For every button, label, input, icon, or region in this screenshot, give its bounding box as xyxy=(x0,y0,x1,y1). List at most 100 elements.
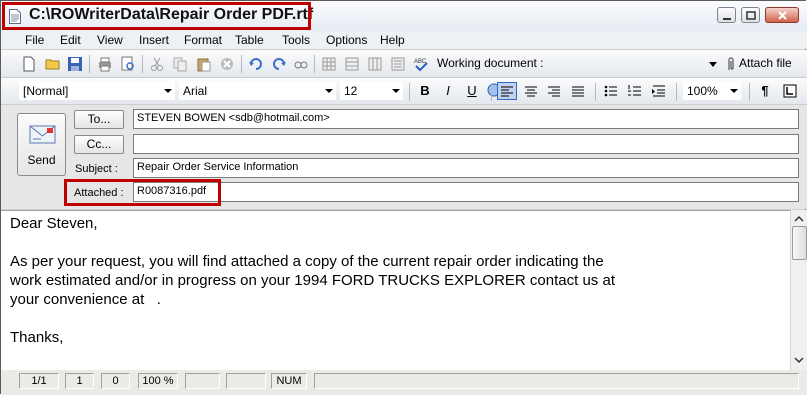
underline-button[interactable]: U xyxy=(462,82,482,100)
status-message xyxy=(314,373,799,389)
italic-button[interactable]: I xyxy=(438,82,458,100)
attached-field[interactable]: R0087316.pdf xyxy=(133,182,799,202)
align-justify-button[interactable] xyxy=(568,82,588,100)
align-left-icon xyxy=(501,86,513,97)
title-bar: C:\ROWriterData\Repair Order PDF.rtf xyxy=(1,1,807,32)
redo-icon[interactable] xyxy=(271,56,287,72)
spellcheck-icon[interactable]: ABC xyxy=(413,56,429,72)
body-line: work estimated and/or in progress on you… xyxy=(10,272,615,289)
status-line: 1 xyxy=(65,373,94,389)
menu-bar: File Edit View Insert Format Table Tools… xyxy=(1,31,807,49)
status-empty-1 xyxy=(185,373,220,389)
message-body[interactable]: Dear Steven, As per your request, you wi… xyxy=(1,210,790,371)
numbered-list-icon xyxy=(628,85,641,96)
send-button[interactable]: Send xyxy=(17,113,66,176)
cc-field[interactable] xyxy=(133,134,799,154)
indent-icon xyxy=(652,85,665,97)
body-line: Thanks, xyxy=(10,329,64,346)
email-window: C:\ROWriterData\Repair Order PDF.rtf Fil… xyxy=(0,0,807,395)
style-select[interactable]: [Normal] xyxy=(19,81,175,100)
to-field[interactable]: STEVEN BOWEN <sdb@hotmail.com> xyxy=(133,109,799,129)
print-icon[interactable] xyxy=(97,56,113,72)
menu-tools[interactable]: Tools xyxy=(282,33,310,47)
menu-insert[interactable]: Insert xyxy=(139,33,169,47)
status-empty-2 xyxy=(226,373,266,389)
body-line: your convenience at . xyxy=(10,291,161,308)
open-folder-icon[interactable] xyxy=(45,56,61,72)
status-column: 0 xyxy=(101,373,130,389)
status-num: NUM xyxy=(271,373,307,389)
status-page: 1/1 xyxy=(19,373,59,389)
indent-button[interactable] xyxy=(649,82,669,100)
ruler-icon xyxy=(783,84,797,98)
delete-icon[interactable] xyxy=(219,56,235,72)
attach-file-button[interactable]: Attach file xyxy=(739,56,792,70)
to-button[interactable]: To... xyxy=(74,110,124,129)
minimize-icon xyxy=(723,18,731,20)
align-right-button[interactable] xyxy=(544,82,564,100)
align-left-button[interactable] xyxy=(497,82,517,100)
scroll-thumb[interactable] xyxy=(792,226,807,260)
close-button[interactable] xyxy=(765,7,799,23)
title-highlight-box xyxy=(2,2,311,30)
restore-icon xyxy=(746,11,756,20)
format-toolbar: [Normal] Arial 12 B I U 100% ¶ xyxy=(1,78,807,105)
menu-view[interactable]: View xyxy=(97,33,123,47)
font-select[interactable]: Arial xyxy=(179,81,336,100)
attached-highlight-box xyxy=(64,179,221,206)
copy-icon[interactable] xyxy=(172,56,188,72)
table-properties-icon[interactable] xyxy=(390,56,406,72)
align-center-icon xyxy=(525,86,537,97)
numbered-list-button[interactable] xyxy=(625,82,645,100)
vertical-scrollbar[interactable] xyxy=(790,210,807,370)
style-select-value: [Normal] xyxy=(23,84,69,98)
paste-icon[interactable] xyxy=(196,56,212,72)
send-envelope-icon xyxy=(29,125,56,144)
justify-icon xyxy=(572,86,584,97)
align-right-icon xyxy=(548,86,560,97)
insert-table-icon[interactable] xyxy=(321,56,337,72)
subject-field[interactable]: Repair Order Service Information xyxy=(133,158,799,178)
zoom-value: 100% xyxy=(687,84,718,98)
status-bar: 1/1 1 0 100 % NUM xyxy=(1,370,807,395)
bullet-list-icon xyxy=(604,85,617,97)
scroll-down-icon[interactable] xyxy=(791,354,807,366)
send-label: Send xyxy=(27,153,56,167)
new-document-icon[interactable] xyxy=(21,56,37,72)
print-preview-icon[interactable] xyxy=(120,56,136,72)
scroll-up-icon[interactable] xyxy=(791,213,807,225)
ruler-toggle-button[interactable] xyxy=(780,82,800,100)
insert-rows-icon[interactable] xyxy=(344,56,360,72)
menu-table[interactable]: Table xyxy=(235,33,264,47)
body-line: Dear Steven, xyxy=(10,215,98,232)
menu-file[interactable]: File xyxy=(25,33,44,47)
cut-icon[interactable] xyxy=(149,56,165,72)
menu-options[interactable]: Options xyxy=(326,33,367,47)
paperclip-icon[interactable] xyxy=(723,56,739,72)
working-document-select[interactable] xyxy=(537,55,717,73)
menu-help[interactable]: Help xyxy=(380,33,405,47)
paragraph-marks-button[interactable]: ¶ xyxy=(755,82,775,100)
body-text[interactable]: Dear Steven, As per your request, you wi… xyxy=(10,214,615,347)
menu-edit[interactable]: Edit xyxy=(60,33,81,47)
font-select-value: Arial xyxy=(183,84,208,98)
align-center-button[interactable] xyxy=(521,82,541,100)
font-size-value: 12 xyxy=(344,84,358,98)
bullet-list-button[interactable] xyxy=(601,82,621,100)
subject-label: Subject : xyxy=(75,163,118,175)
bold-button[interactable]: B xyxy=(415,82,435,100)
minimize-button[interactable] xyxy=(717,7,736,23)
status-zoom: 100 % xyxy=(138,373,178,389)
save-icon[interactable] xyxy=(67,56,83,72)
cc-button[interactable]: Cc... xyxy=(74,135,124,154)
insert-columns-icon[interactable] xyxy=(367,56,383,72)
close-icon xyxy=(778,11,787,20)
zoom-select[interactable]: 100% xyxy=(683,81,741,100)
maximize-button[interactable] xyxy=(741,7,760,23)
find-icon[interactable] xyxy=(293,56,309,72)
font-size-select[interactable]: 12 xyxy=(340,81,403,100)
working-document-label: Working document : xyxy=(437,56,544,70)
menu-format[interactable]: Format xyxy=(184,33,222,47)
undo-icon[interactable] xyxy=(248,56,264,72)
body-line: As per your request, you will find attac… xyxy=(10,253,604,270)
